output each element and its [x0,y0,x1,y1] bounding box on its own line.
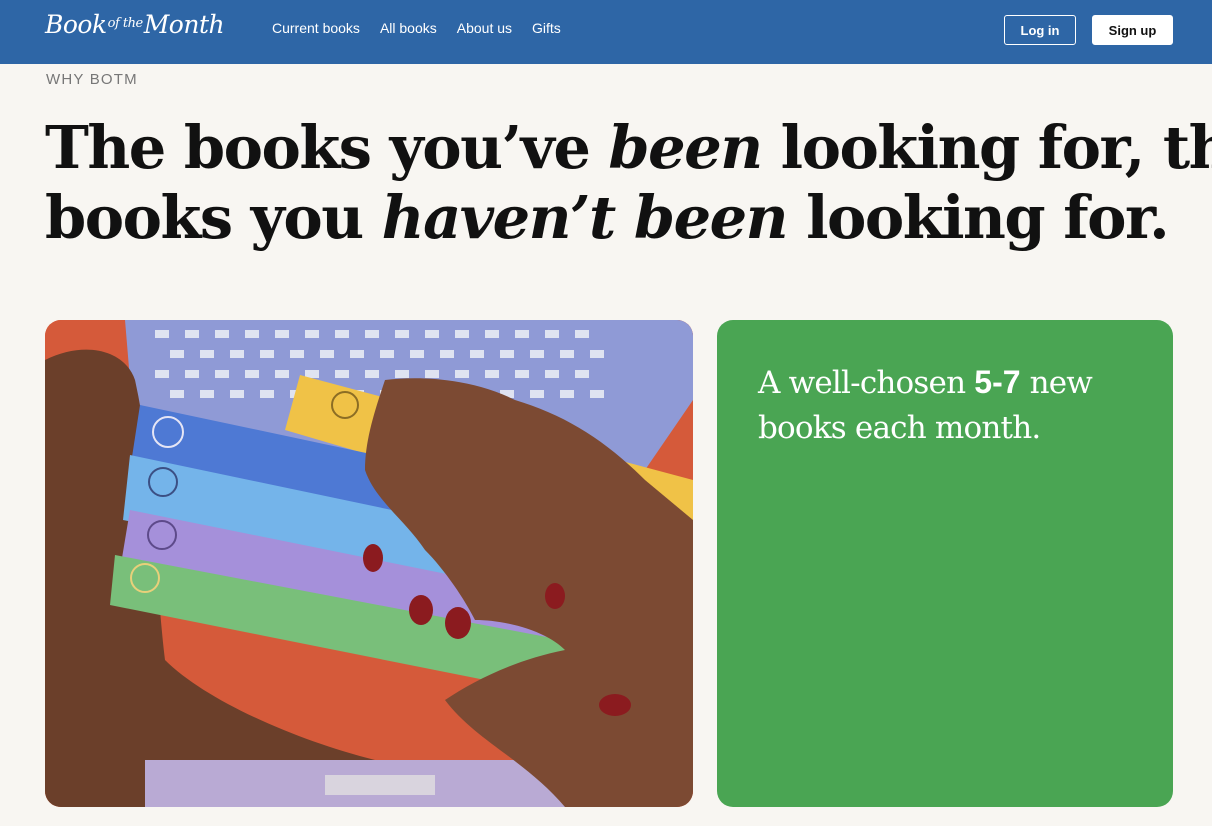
logo-part-month: Month [143,10,225,39]
headline-1a: The books you’ve [45,113,609,182]
log-in-button[interactable]: Log in [1004,15,1076,45]
nav-gifts[interactable]: Gifts [532,20,561,36]
logo-part-book: Book [45,10,107,39]
headline-line-1: The books you’ve been looking for, the [45,113,1212,183]
top-navigation-bar: Bookof theMonth Current books All books … [0,0,1212,64]
book-of-the-month-logo[interactable]: Bookof theMonth [45,10,225,39]
logo-part-of-the: of the [107,16,144,31]
feature-card-text: A well-chosen 5-7 new books each month. [758,360,1148,451]
hero-headline: The books you’ve been looking for, the b… [45,113,1212,253]
section-eyebrow: WHY BOTM [46,71,138,88]
sign-up-button[interactable]: Sign up [1092,15,1173,45]
main-nav: Current books All books About us Gifts [272,20,561,36]
feature-text-highlight: 5-7 [974,364,1021,400]
nav-about-us[interactable]: About us [457,20,512,36]
feature-text-pre: A well-chosen [758,365,975,401]
headline-1c: looking for, the [780,113,1212,182]
feature-card: A well-chosen 5-7 new books each month. [717,320,1173,807]
headline-2c: looking for. [787,183,1170,252]
nav-all-books[interactable]: All books [380,20,437,36]
headline-1b: been [608,113,763,182]
headline-2a: books you [45,183,382,252]
nav-current-books[interactable]: Current books [272,20,360,36]
headline-2b: haven’t been [381,183,789,252]
headline-line-2: books you haven’t been looking for. [45,183,1185,253]
hero-photo-books-stack [45,320,693,807]
